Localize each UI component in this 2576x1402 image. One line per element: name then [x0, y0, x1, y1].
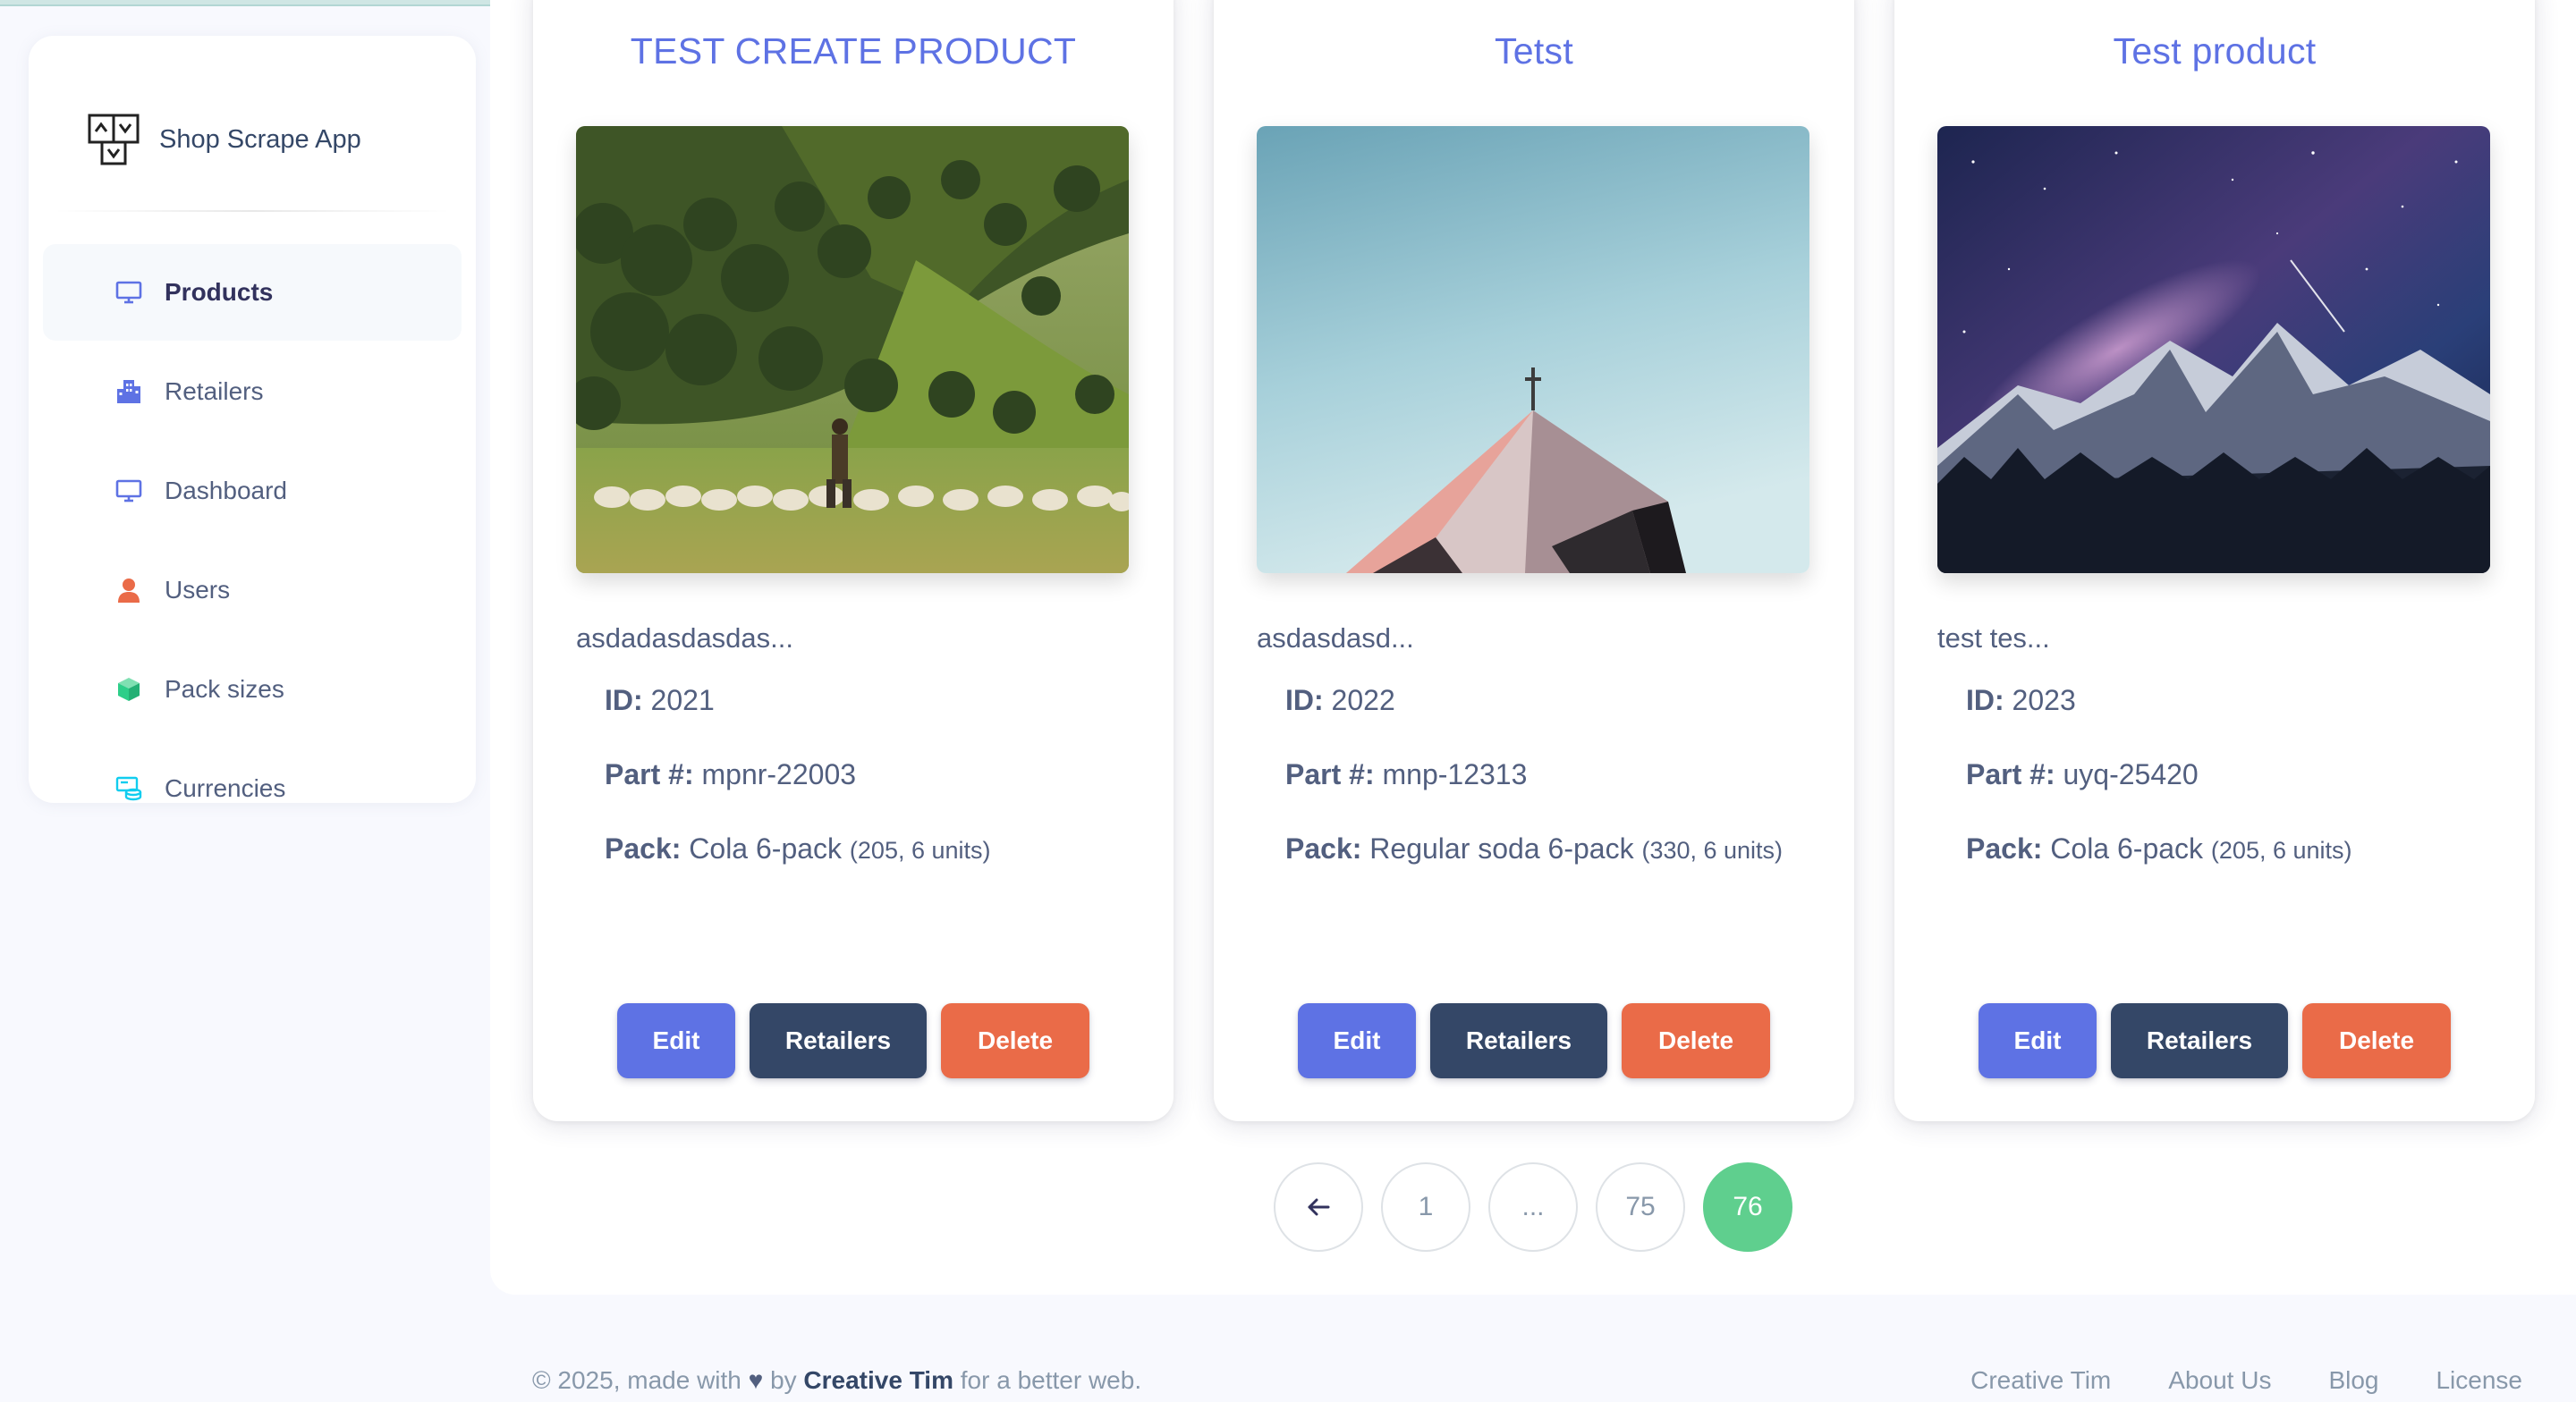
sidebar-item-label: Users	[165, 576, 231, 604]
footer: © 2025, made with ♥ by Creative Tim for …	[532, 1366, 2576, 1402]
pagination-page-current[interactable]: 76	[1703, 1162, 1792, 1252]
card-actions: Edit Retailers Delete	[1894, 1003, 2535, 1078]
sidebar-item-retailers[interactable]: Retailers	[43, 343, 462, 440]
product-part-number: Part #: mpnr-22003	[605, 758, 857, 790]
product-part-number: Part #: uyq-25420	[1966, 758, 2199, 790]
product-description: asdadasdasdas...	[576, 622, 794, 654]
pagination-ellipsis: ...	[1488, 1162, 1578, 1252]
pagination-page[interactable]: 1	[1381, 1162, 1470, 1252]
product-pack: Pack: Regular soda 6-pack (330, 6 units)	[1285, 832, 1784, 865]
product-id: ID: 2023	[1966, 684, 2076, 716]
app-logo-icon	[88, 114, 140, 165]
building-icon	[117, 380, 140, 403]
product-id: ID: 2022	[1285, 684, 1395, 716]
footer-link-creative-tim[interactable]: Creative Tim	[1970, 1366, 2111, 1395]
product-card: Test product test tes... ID: 2023 Part #…	[1894, 0, 2535, 1121]
user-icon	[118, 579, 140, 603]
sidebar-divider	[54, 210, 451, 212]
monitor-icon	[115, 281, 142, 304]
sidebar-item-label: Retailers	[165, 377, 264, 405]
sidebar-nav: Products Retailers Dashboard Users Pack …	[43, 244, 462, 840]
product-description: test tes...	[1937, 622, 2050, 654]
footer-link-blog[interactable]: Blog	[2328, 1366, 2378, 1395]
sidebar-item-pack-sizes[interactable]: Pack sizes	[43, 641, 462, 738]
sidebar: Shop Scrape App Products Retailers Dashb…	[29, 36, 476, 803]
product-pack: Pack: Cola 6-pack (205, 6 units)	[605, 832, 991, 865]
card-actions: Edit Retailers Delete	[1214, 1003, 1854, 1078]
edit-button[interactable]: Edit	[1979, 1003, 2097, 1078]
footer-link-license[interactable]: License	[2436, 1366, 2522, 1395]
product-description: asdasdasd...	[1257, 622, 1414, 654]
edit-button[interactable]: Edit	[617, 1003, 735, 1078]
app-name: Shop Scrape App	[159, 124, 361, 154]
footer-links: Creative Tim About Us Blog License	[1970, 1366, 2522, 1395]
delete-button[interactable]: Delete	[1622, 1003, 1770, 1078]
product-card: TEST CREATE PRODUCT asdadasdasdas... ID:…	[533, 0, 1174, 1121]
heart-icon: ♥	[748, 1366, 764, 1394]
sidebar-item-currencies[interactable]: Currencies	[43, 740, 462, 837]
footer-author-link[interactable]: Creative Tim	[803, 1366, 953, 1394]
sidebar-item-label: Pack sizes	[165, 675, 284, 703]
pagination-page[interactable]: 75	[1596, 1162, 1685, 1252]
coins-icon	[115, 776, 142, 801]
pagination-prev-button[interactable]	[1274, 1162, 1363, 1252]
card-actions: Edit Retailers Delete	[533, 1003, 1174, 1078]
product-title[interactable]: TEST CREATE PRODUCT	[533, 30, 1174, 72]
sidebar-item-label: Dashboard	[165, 477, 287, 504]
retailers-button[interactable]: Retailers	[2111, 1003, 2288, 1078]
product-id: ID: 2021	[605, 684, 715, 716]
product-pack: Pack: Cola 6-pack (205, 6 units)	[1966, 832, 2352, 865]
arrow-left-icon	[1308, 1198, 1330, 1216]
product-image	[1937, 126, 2490, 573]
product-image	[576, 126, 1129, 573]
product-image	[1257, 126, 1809, 573]
delete-button[interactable]: Delete	[2302, 1003, 2451, 1078]
brand[interactable]: Shop Scrape App	[86, 82, 447, 197]
box-icon	[118, 678, 140, 701]
edit-button[interactable]: Edit	[1298, 1003, 1416, 1078]
sidebar-item-products[interactable]: Products	[43, 244, 462, 341]
retailers-button[interactable]: Retailers	[1430, 1003, 1607, 1078]
footer-link-about-us[interactable]: About Us	[2168, 1366, 2271, 1395]
pagination: 1 ... 75 76	[1274, 1162, 1792, 1252]
footer-copyright: © 2025, made with ♥ by Creative Tim for …	[532, 1366, 1142, 1394]
sidebar-item-users[interactable]: Users	[43, 542, 462, 638]
monitor-icon	[115, 479, 142, 503]
delete-button[interactable]: Delete	[941, 1003, 1089, 1078]
sidebar-item-label: Products	[165, 278, 274, 306]
retailers-button[interactable]: Retailers	[750, 1003, 927, 1078]
product-title[interactable]: Test product	[1894, 30, 2535, 72]
sidebar-item-label: Currencies	[165, 774, 286, 802]
product-card: Tetst asdasdasd... ID: 2022 Part #: mnp-…	[1214, 0, 1854, 1121]
sidebar-item-dashboard[interactable]: Dashboard	[43, 443, 462, 539]
product-part-number: Part #: mnp-12313	[1285, 758, 1528, 790]
product-title[interactable]: Tetst	[1214, 30, 1854, 72]
products-panel: TEST CREATE PRODUCT asdadasdasdas... ID:…	[490, 0, 2576, 1295]
